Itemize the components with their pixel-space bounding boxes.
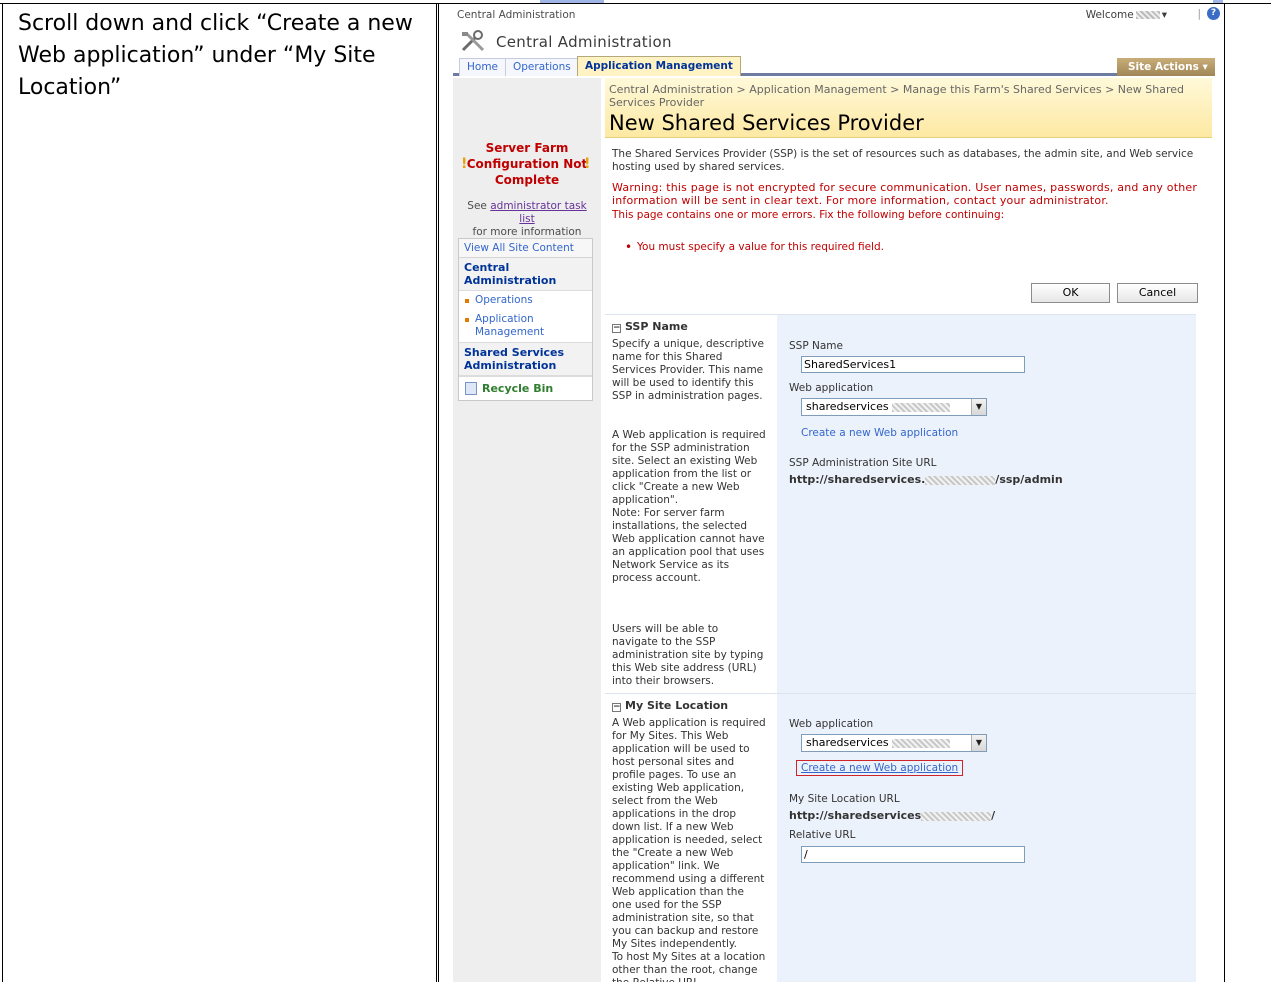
my-site-url-label: My Site Location URL — [789, 793, 900, 805]
admin-url-suffix: /ssp/admin — [995, 473, 1063, 486]
main-content: Central Administration > Application Man… — [605, 78, 1215, 982]
recycle-bin-link[interactable]: Recycle Bin — [459, 376, 592, 400]
recycle-bin-label: Recycle Bin — [482, 382, 554, 395]
ssp-web-app-value: sharedservices — [806, 400, 889, 413]
welcome-menu[interactable]: Welcome ▾ — [1086, 9, 1167, 21]
redacted-server-name — [891, 738, 950, 748]
my-site-url: http://sharedservices / — [789, 809, 995, 822]
nav-item-operations[interactable]: Operations — [459, 291, 592, 310]
tools-icon — [461, 30, 485, 52]
ssp-name-label: SSP Name — [789, 340, 843, 352]
welcome-label: Welcome — [1085, 9, 1134, 21]
redacted-server-name — [925, 475, 996, 485]
my-site-url-suffix: / — [991, 809, 996, 822]
admin-task-hint: See administrator task list for more inf… — [459, 200, 595, 239]
my-site-section-title[interactable]: − My Site Location — [612, 699, 728, 712]
site-title-row: Central Administration — [453, 26, 1223, 56]
document-table: Scroll down and click “Create a new Web … — [0, 0, 1271, 982]
collapse-icon[interactable]: − — [612, 324, 621, 333]
left-navigation: Server Farm Configuration Not Complete !… — [453, 78, 601, 982]
my-site-web-app-label: Web application — [789, 718, 874, 730]
ssp-name-title-label: SSP Name — [625, 320, 688, 333]
nav-heading-shared-services[interactable]: Shared Services Administration — [459, 342, 592, 376]
error-item: You must specify a value for this requir… — [625, 240, 884, 254]
warning-icon: ! — [461, 156, 468, 172]
top-separator: | — [1197, 8, 1201, 20]
tab-bar: Home Operations Application Management S… — [453, 56, 1215, 76]
table-border — [2, 3, 3, 982]
tab-application-management[interactable]: Application Management — [577, 56, 741, 76]
ssp-web-app-select[interactable]: sharedservices ▼ — [801, 398, 987, 416]
tab-home[interactable]: Home — [459, 58, 507, 76]
global-top-bar: Central Administration Welcome ▾ | ? — [453, 4, 1223, 24]
my-site-web-app-select[interactable]: sharedservices ▼ — [801, 734, 987, 752]
ok-button[interactable]: OK — [1031, 283, 1110, 303]
quick-launch: View All Site Content Central Administra… — [458, 238, 593, 401]
page-title: New Shared Services Provider — [609, 111, 924, 135]
ssp-url-help: Users will be able to navigate to the SS… — [612, 623, 764, 687]
cancel-button[interactable]: Cancel — [1117, 283, 1198, 303]
view-all-site-content-link[interactable]: View All Site Content — [459, 239, 592, 258]
collapse-icon[interactable]: − — [612, 703, 621, 712]
ssp-web-app-label: Web application — [789, 382, 874, 394]
ssp-admin-url-label: SSP Administration Site URL — [789, 457, 937, 469]
table-border — [1224, 3, 1225, 982]
help-icon[interactable]: ? — [1207, 7, 1220, 20]
admin-task-list-link[interactable]: administrator task list — [490, 200, 586, 225]
ssp-admin-url: http://sharedservices. /ssp/admin — [789, 473, 1063, 486]
relative-url-input[interactable]: / — [801, 846, 1025, 863]
redacted-server-name — [921, 811, 992, 821]
redacted-user-name — [1135, 11, 1160, 19]
site-actions-menu[interactable]: Site Actions ▾ — [1117, 58, 1215, 76]
my-site-help: A Web application is required for My Sit… — [612, 717, 766, 950]
ssp-web-app-help: A Web application is required for the SS… — [612, 429, 766, 584]
errors-intro: This page contains one or more errors. F… — [612, 209, 1005, 221]
ssp-name-help: Specify a unique, descriptive name for t… — [612, 338, 764, 402]
chevron-down-icon[interactable]: ▼ — [971, 399, 986, 415]
nav-heading-central-admin[interactable]: Central Administration — [459, 258, 592, 291]
my-site-web-app-value: sharedservices — [806, 736, 889, 749]
my-site-title-label: My Site Location — [625, 699, 729, 712]
table-border — [438, 3, 439, 982]
ssp-name-input[interactable]: SharedServices1 — [801, 356, 1025, 373]
warning-icon: ! — [584, 156, 591, 172]
encryption-warning: Warning: this page is not encrypted for … — [612, 181, 1198, 207]
site-title: Central Administration — [496, 33, 672, 51]
relative-url-help: To host My Sites at a location other tha… — [612, 951, 766, 982]
chevron-down-icon[interactable]: ▼ — [971, 735, 986, 751]
nav-item-application-management[interactable]: Application Management — [459, 310, 592, 342]
tab-operations[interactable]: Operations — [505, 58, 579, 76]
my-site-url-prefix: http://sharedservices — [789, 809, 922, 822]
table-border — [1225, 3, 1271, 4]
table-border — [436, 3, 437, 982]
breadcrumb[interactable]: Central Administration > Application Man… — [609, 83, 1209, 109]
farm-config-warning: Server Farm Configuration Not Complete — [466, 141, 588, 187]
ssp-create-web-app-link[interactable]: Create a new Web application — [801, 427, 958, 439]
redacted-server-name — [891, 402, 950, 412]
see-label: See — [467, 200, 487, 212]
recycle-bin-icon — [465, 382, 477, 395]
page-header: Central Administration > Application Man… — [605, 78, 1212, 138]
more-info-label: for more information — [472, 226, 582, 238]
my-site-create-web-app-link[interactable]: Create a new Web application — [796, 760, 964, 776]
sharepoint-screenshot: Central Administration Welcome ▾ | ? Cent… — [453, 4, 1223, 982]
admin-url-prefix: http://sharedservices. — [789, 473, 926, 486]
ssp-name-section-title[interactable]: − SSP Name — [612, 320, 688, 333]
instruction-text: Scroll down and click “Create a new Web … — [18, 11, 413, 100]
page-description: The Shared Services Provider (SSP) is th… — [612, 148, 1194, 173]
top-brand-link[interactable]: Central Administration — [457, 9, 575, 21]
relative-url-label: Relative URL — [789, 829, 856, 841]
